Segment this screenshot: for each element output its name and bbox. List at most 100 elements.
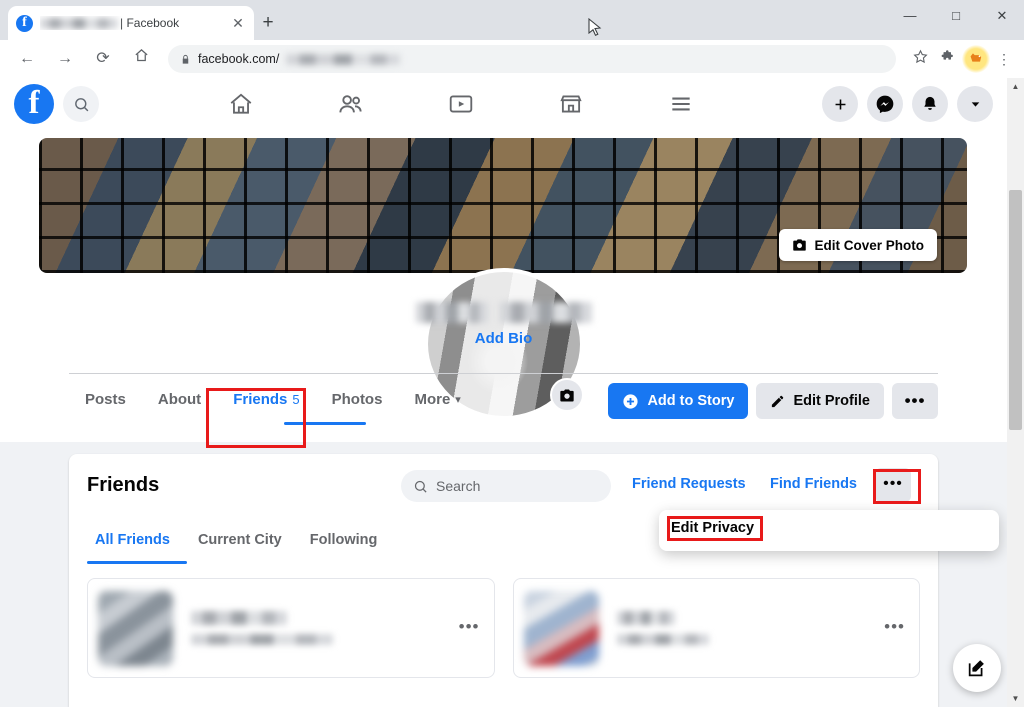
facebook-navbar: f [0,78,1007,130]
friend-avatar[interactable] [523,590,599,666]
profile-tab-friends-label: Friends [233,391,288,408]
scroll-down-icon[interactable]: ▼ [1007,690,1024,707]
browser-window: f | Facebook ✕ + — □ ✕ ← → ⟳ facebook.co… [0,0,1024,707]
friend-name-blurred [191,611,287,625]
back-icon[interactable]: ← [12,44,42,74]
friend-requests-link[interactable]: Friend Requests [632,476,746,492]
account-chevron-icon[interactable] [957,86,993,122]
friend-menu-button[interactable]: ••• [459,617,480,637]
profile-first-name-blurred [415,302,488,323]
profile-tab-posts-label: Posts [85,391,126,408]
window-close-button[interactable]: ✕ [979,0,1024,32]
watch-icon[interactable] [434,85,488,123]
home-icon[interactable] [214,85,268,123]
url-path-blurred [286,53,401,65]
forward-icon[interactable]: → [50,44,80,74]
edit-profile-button[interactable]: Edit Profile [756,383,884,419]
profile-last-name-blurred [499,302,592,323]
subtab-all-friends[interactable]: All Friends [81,516,184,564]
window-maximize-button[interactable]: □ [933,0,979,32]
page-scrollbar[interactable]: ▲ ▼ [1007,78,1024,707]
profile-tab-more[interactable]: More ▾ [398,374,476,426]
tab-close-icon[interactable]: ✕ [230,15,246,31]
title-bar: f | Facebook ✕ + — □ ✕ [0,0,1024,40]
friend-list-item[interactable]: ••• [512,578,920,678]
chevron-down-icon: ▾ [455,394,461,406]
profile-actions: Add to Story Edit Profile ••• [608,383,938,419]
extensions-puzzle-icon[interactable] [934,45,962,73]
friends-icon[interactable] [324,85,378,123]
subtab-following[interactable]: Following [296,516,392,564]
notifications-bell-icon[interactable] [912,86,948,122]
url-domain: facebook.com/ [198,52,280,66]
subtab-active-underline [87,561,187,564]
edit-cover-photo-button[interactable]: Edit Cover Photo [779,229,937,261]
profile-tab-friends[interactable]: Friends 5 [217,374,315,426]
window-minimize-button[interactable]: — [887,0,933,32]
friend-info [191,611,333,645]
profile-more-button[interactable]: ••• [892,383,938,419]
compose-edit-icon[interactable] [953,644,1001,692]
edit-profile-label: Edit Profile [793,393,870,409]
plus-circle-icon [623,393,639,409]
edit-cover-photo-label: Edit Cover Photo [814,237,924,253]
reload-icon[interactable]: ⟳ [88,44,118,74]
bookmark-star-icon[interactable] [906,45,934,73]
tab-title-suffix: | Facebook [120,16,180,30]
extension-pinned-icon[interactable] [962,45,990,73]
search-icon[interactable] [63,86,99,122]
profile-tab-posts[interactable]: Posts [69,374,142,426]
add-bio-link[interactable]: Add Bio [0,330,1007,347]
page-content: Edit Cover Photo Add Bio Posts About Fri… [0,130,1007,707]
home-icon[interactable] [126,44,156,74]
add-to-story-button[interactable]: Add to Story [608,383,749,419]
friend-menu-button[interactable]: ••• [884,617,905,637]
messenger-icon[interactable] [867,86,903,122]
facebook-logo-icon[interactable]: f [14,84,54,124]
lock-icon [182,54,189,64]
friends-card-header: Friends Search Friend Requests Find Frie… [69,454,938,516]
profile-tab-friends-count: 5 [292,392,300,407]
pencil-icon [772,395,784,407]
profile-tabs: Posts About Friends 5 Photos More ▾ Add … [69,373,938,425]
profile-tab-more-label: More [414,391,451,408]
friends-search-input[interactable]: Search [401,470,611,502]
friends-card: Friends Search Friend Requests Find Frie… [69,454,938,707]
subtab-current-city[interactable]: Current City [184,516,296,564]
new-tab-button[interactable]: + [256,12,280,36]
chrome-menu-icon[interactable]: ⋮ [990,45,1018,73]
navbar-center [99,85,822,123]
profile-tab-photos-label: Photos [331,391,383,408]
tab-title-blurred [40,17,118,29]
friend-subtitle-blurred [191,634,333,645]
toolbar-actions: ⋮ [906,45,1024,73]
friends-title: Friends [87,474,160,496]
friend-subtitle-blurred [616,634,709,645]
profile-tab-about[interactable]: About [142,374,217,426]
profile-tab-about-label: About [157,391,202,408]
find-friends-link[interactable]: Find Friends [770,476,857,492]
friends-more-button[interactable]: ••• [875,468,911,502]
friend-avatar[interactable] [98,590,173,666]
edit-privacy-menu-item[interactable]: Edit Privacy [671,520,754,536]
address-bar[interactable]: facebook.com/ [168,45,896,73]
search-icon [414,480,427,493]
friends-options-dropdown: Edit Privacy [659,510,999,551]
plus-icon[interactable] [822,86,858,122]
scrollbar-thumb[interactable] [1009,190,1022,430]
facebook-favicon-icon: f [16,14,33,32]
cover-photo[interactable]: Edit Cover Photo [39,138,967,273]
navbar-right [822,86,1007,122]
profile-tab-photos[interactable]: Photos [316,374,399,426]
profile-name [0,302,1007,323]
friend-info [616,611,709,645]
menu-icon[interactable] [654,85,708,123]
browser-tab[interactable]: f | Facebook ✕ [8,6,254,40]
profile-header-card: Edit Cover Photo Add Bio Posts About Fri… [0,130,1007,442]
marketplace-icon[interactable] [544,85,598,123]
friends-search-placeholder: Search [436,478,481,494]
browser-toolbar: ← → ⟳ facebook.com/ ⋮ [0,40,1024,78]
scroll-up-icon[interactable]: ▲ [1007,78,1024,95]
friend-list-item[interactable]: ••• [87,578,495,678]
tab-title: | Facebook [40,16,179,30]
